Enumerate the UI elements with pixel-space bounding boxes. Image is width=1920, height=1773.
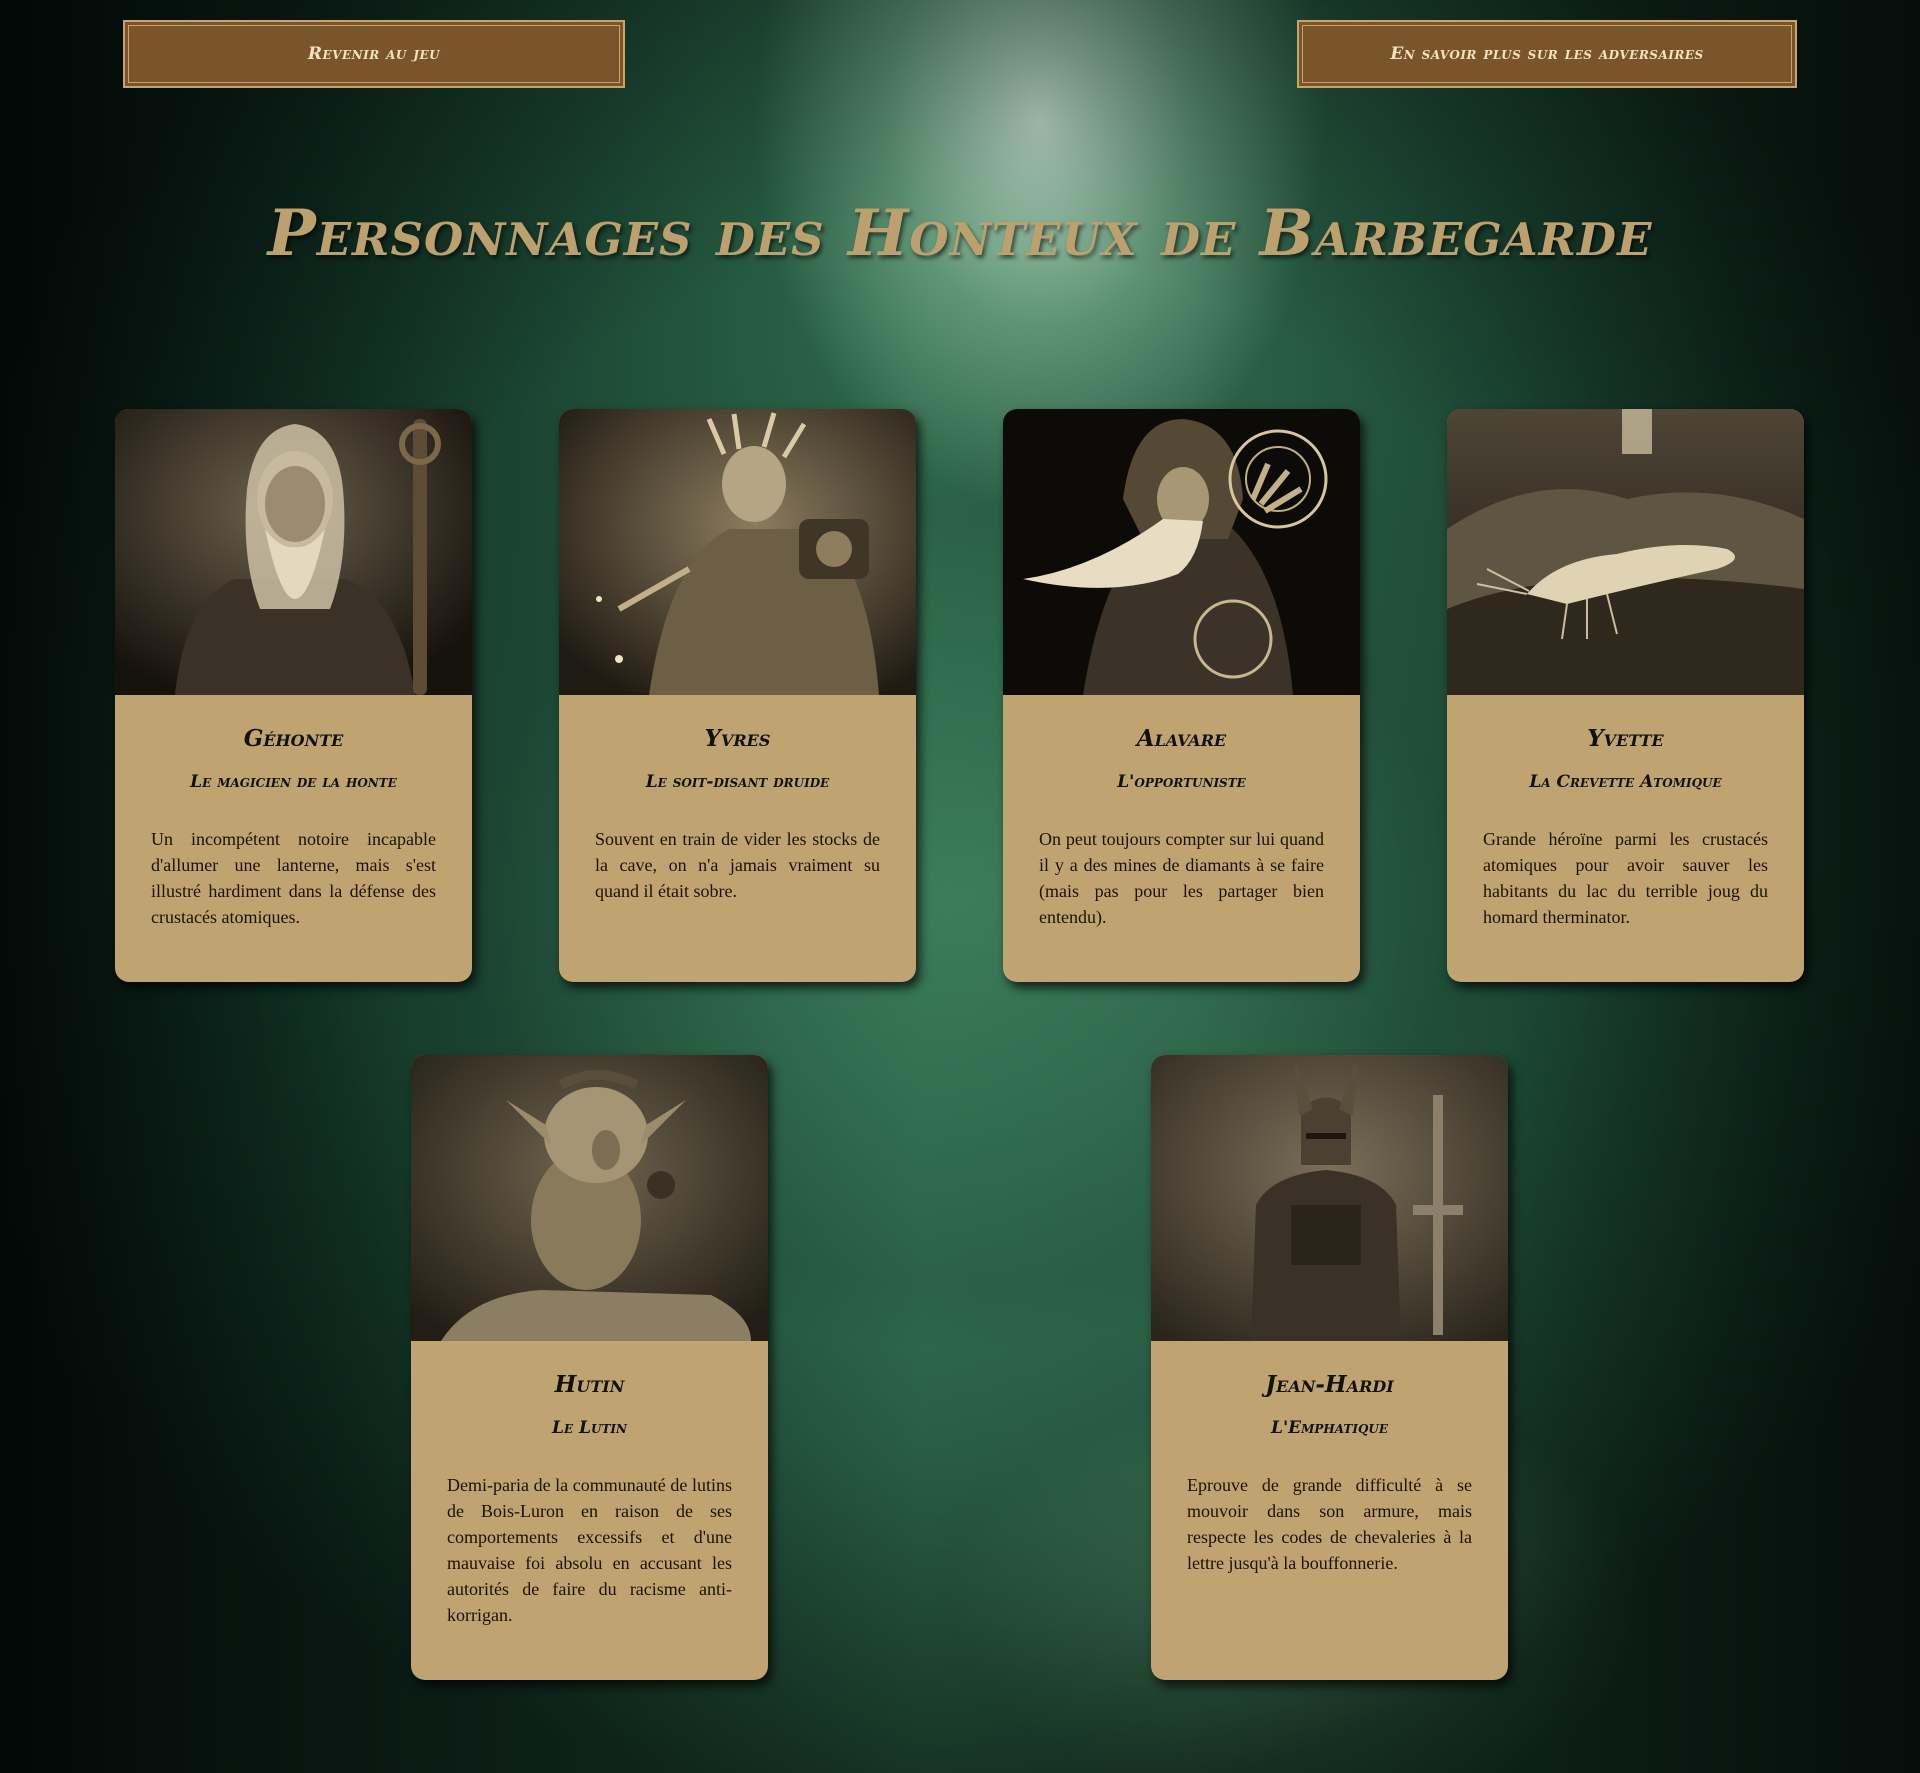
character-name: Yvette (1587, 725, 1664, 752)
character-card-hutin: Hutin Le Lutin Demi-paria de la communau… (411, 1055, 768, 1680)
armored-knight-with-sword-portrait (1151, 1055, 1508, 1341)
old-wizard-with-staff-portrait (115, 409, 472, 695)
character-role: La Crevette Atomique (1529, 772, 1722, 792)
page-title: Personnages des Honteux de Barbegarde (267, 196, 1653, 271)
character-name: Jean-Hardi (1265, 1371, 1394, 1398)
adversaries-info-button[interactable]: En savoir plus sur les adversaires (1297, 20, 1797, 88)
character-description: On peut toujours compter sur lui quand i… (1039, 829, 1324, 927)
character-name: Yvres (704, 725, 771, 752)
character-name: Hutin (554, 1371, 625, 1398)
character-name: Géhonte (243, 725, 344, 752)
character-card-alavare: Alavare L'opportuniste On peut toujours … (1003, 409, 1360, 982)
character-card-jean-hardi: Jean-Hardi L'Emphatique Eprouve de grand… (1151, 1055, 1508, 1680)
character-card-yvres: Yvres Le soit-disant druide Souvent en t… (559, 409, 916, 982)
back-to-game-label: Revenir au jeu (307, 44, 441, 64)
character-description: Eprouve de grande difficulté à se mouvoi… (1187, 1475, 1472, 1573)
character-card-yvette: Yvette La Crevette Atomique Grande héroï… (1447, 409, 1804, 982)
character-description: Un incompétent notoire incapable d'allum… (151, 829, 436, 927)
goblin-sitting-portrait (411, 1055, 768, 1341)
character-name: Alavare (1136, 725, 1227, 752)
character-description: Grande héroïne parmi les crustacés atomi… (1483, 829, 1768, 927)
character-role: Le Lutin (552, 1418, 627, 1438)
hooded-sorcerer-casting-portrait (1003, 409, 1360, 695)
character-role: L'opportuniste (1117, 772, 1246, 792)
shrimp-in-grass-portrait (1447, 409, 1804, 695)
druid-with-antler-crown-portrait (559, 409, 916, 695)
character-card-gehonte: Géhonte Le magicien de la honte Un incom… (115, 409, 472, 982)
character-role: Le soit-disant druide (645, 772, 830, 792)
character-description: Souvent en train de vider les stocks de … (595, 829, 880, 901)
adversaries-info-label: En savoir plus sur les adversaires (1390, 44, 1704, 64)
character-role: L'Emphatique (1270, 1418, 1389, 1438)
back-to-game-button[interactable]: Revenir au jeu (123, 20, 625, 88)
character-description: Demi-paria de la communauté de lutins de… (447, 1475, 732, 1625)
character-role: Le magicien de la honte (190, 772, 397, 792)
